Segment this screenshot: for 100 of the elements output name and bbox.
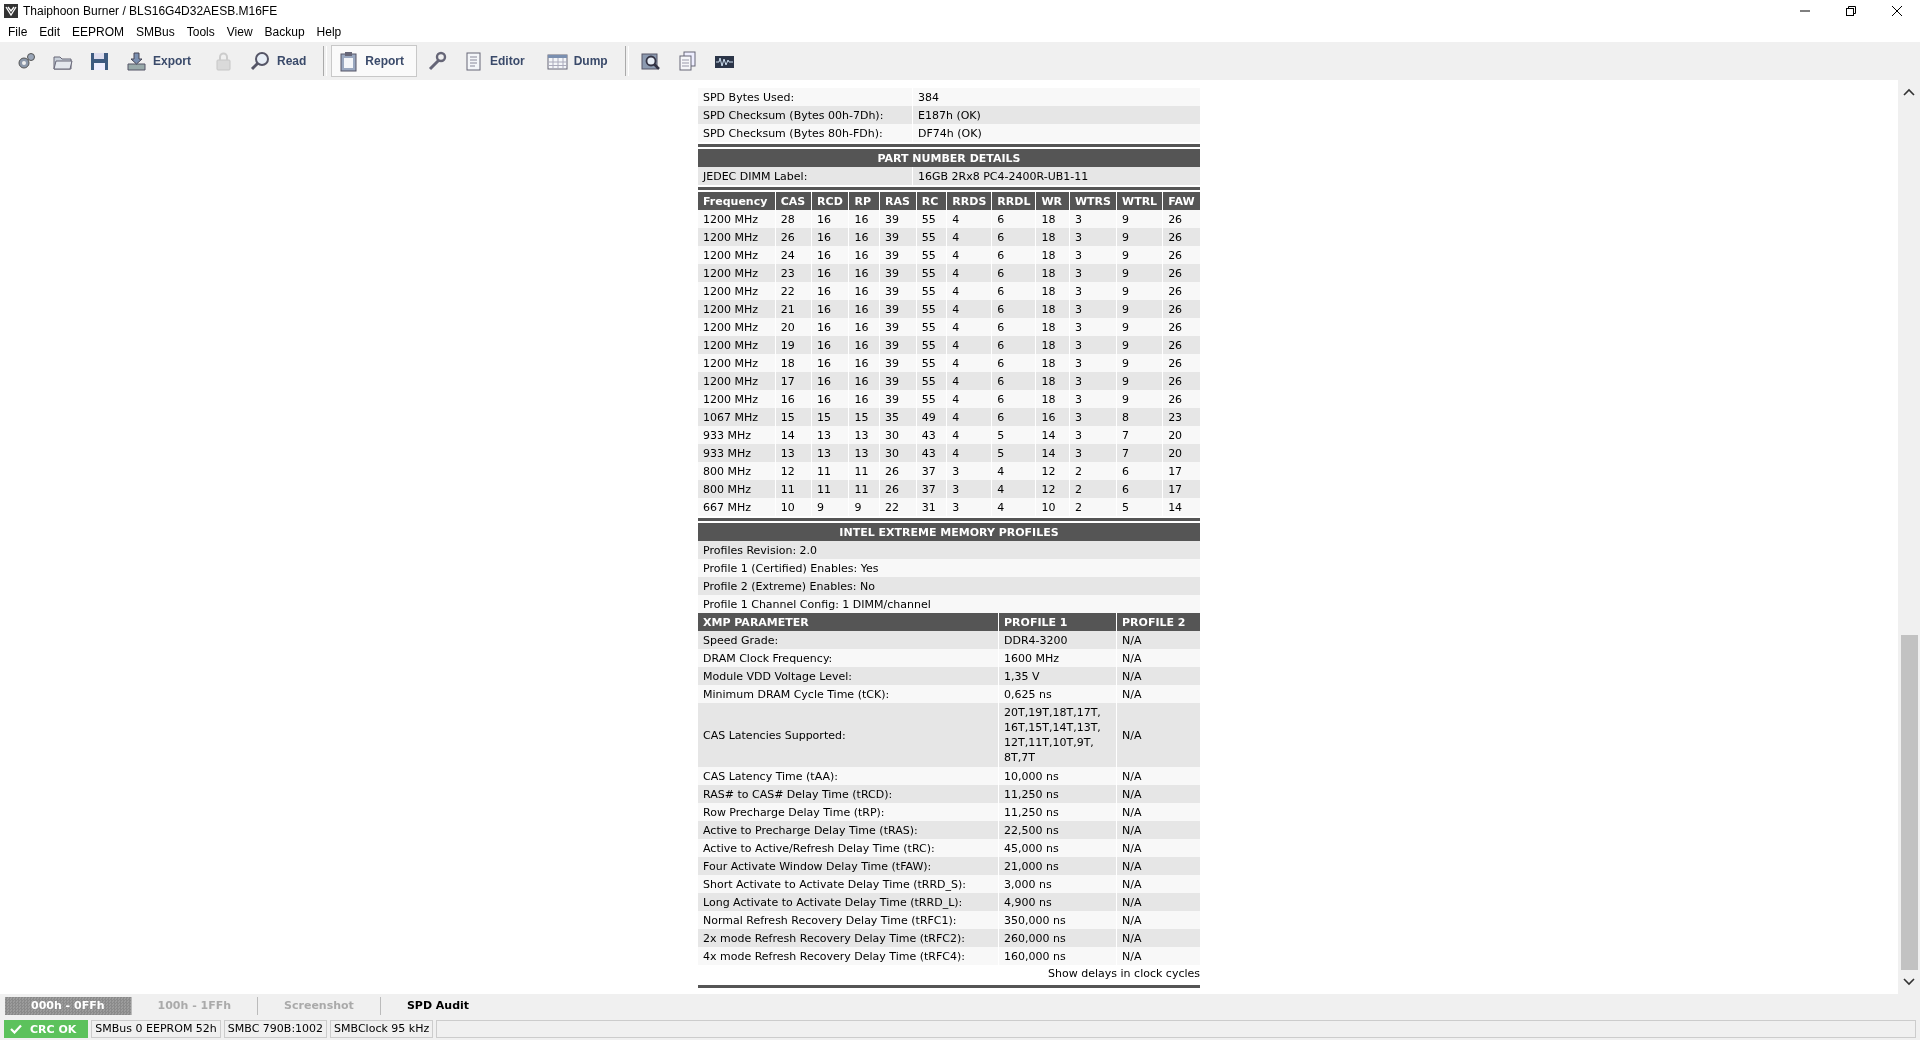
table-cell: 6 xyxy=(1116,480,1163,498)
table-cell: 55 xyxy=(916,354,947,372)
profile-value: N/A xyxy=(1116,667,1200,685)
table-cell: 26 xyxy=(1162,246,1200,264)
field-label: SPD Bytes Used: xyxy=(698,88,913,106)
table-cell: 20 xyxy=(1162,426,1200,444)
table-cell: 39 xyxy=(879,354,917,372)
table-cell: 16 xyxy=(811,228,849,246)
table-cell: 6 xyxy=(991,372,1036,390)
menu-item[interactable]: Help xyxy=(310,25,348,39)
table-cell: 20 xyxy=(1162,444,1200,462)
restore-icon[interactable] xyxy=(1846,6,1856,16)
clipboard-icon xyxy=(338,50,360,72)
app-logo-icon xyxy=(3,3,19,19)
table-cell: 26 xyxy=(775,228,812,246)
table-cell: 18 xyxy=(1035,300,1070,318)
menu-item[interactable]: SMBus xyxy=(130,25,181,39)
table-cell: 3 xyxy=(1069,408,1117,426)
table-cell: 13 xyxy=(848,426,880,444)
scrollbar-thumb[interactable] xyxy=(1900,635,1918,970)
column-header: PROFILE 1 xyxy=(998,613,1117,631)
table-cell: 43 xyxy=(916,444,947,462)
toolbar-button[interactable]: Dump xyxy=(539,45,621,77)
table-cell: 4 xyxy=(946,444,992,462)
table-cell: 31 xyxy=(916,498,947,516)
table-cell: 10 xyxy=(775,498,812,516)
field-value: DF74h (OK) xyxy=(912,124,1200,142)
table-cell: 16 xyxy=(811,300,849,318)
profile-value: N/A xyxy=(1116,631,1200,649)
table-cell: 26 xyxy=(1162,372,1200,390)
table-cell: 3 xyxy=(1069,228,1117,246)
table-cell: 26 xyxy=(1162,282,1200,300)
table-cell: 14 xyxy=(1035,444,1070,462)
profile-info: Profiles Revision: 2.0 xyxy=(698,541,1200,559)
table-cell: 26 xyxy=(1162,318,1200,336)
profile-info: Profile 2 (Extreme) Enables: No xyxy=(698,577,1200,595)
table-cell: 16 xyxy=(775,390,812,408)
toolbar-button[interactable]: Editor xyxy=(456,45,538,77)
table-cell: 4 xyxy=(946,408,992,426)
table-cell: 28 xyxy=(775,210,812,228)
menu-item[interactable]: View xyxy=(220,25,259,39)
toolbar-button[interactable]: Report xyxy=(331,45,418,77)
close-icon[interactable] xyxy=(1892,6,1902,16)
table-cell: 1200 MHz xyxy=(698,390,776,408)
table-cell: 49 xyxy=(916,408,947,426)
table-cell: 16 xyxy=(1035,408,1070,426)
parameter-name: Normal Refresh Recovery Delay Time (tRFC1): xyxy=(698,911,999,929)
menu-item[interactable]: Backup xyxy=(258,25,311,39)
table-cell: 3 xyxy=(1069,336,1117,354)
table-cell: 4 xyxy=(946,300,992,318)
table-cell: 13 xyxy=(848,444,880,462)
show-delays-link[interactable]: Show delays in clock cycles xyxy=(1048,965,1200,983)
column-header: XMP PARAMETER xyxy=(698,613,999,631)
table-cell: 15 xyxy=(775,408,812,426)
profile-value: N/A xyxy=(1116,911,1200,929)
table-cell: 11 xyxy=(848,462,880,480)
column-header: FAW xyxy=(1162,192,1200,210)
menu-item[interactable]: Tools xyxy=(180,25,221,39)
profile-value: N/A xyxy=(1116,839,1200,857)
table-cell: 4 xyxy=(946,210,992,228)
column-header: Frequency xyxy=(698,192,776,210)
tab[interactable]: SPD Audit xyxy=(380,997,496,1015)
menu-item[interactable]: Edit xyxy=(33,25,67,39)
table-cell: 1200 MHz xyxy=(698,246,776,264)
table-cell: 24 xyxy=(775,246,812,264)
table-cell: 22 xyxy=(879,498,917,516)
table-cell: 39 xyxy=(879,264,917,282)
table-cell: 35 xyxy=(879,408,917,426)
table-cell: 9 xyxy=(1116,300,1163,318)
table-cell: 15 xyxy=(848,408,880,426)
scroll-down-icon[interactable] xyxy=(1903,978,1915,986)
profile-value: 21,000 ns xyxy=(998,857,1117,875)
menu-item[interactable]: EEPROM xyxy=(66,25,131,39)
menu-item[interactable]: File xyxy=(2,25,34,39)
table-cell: 3 xyxy=(1069,264,1117,282)
table-cell: 3 xyxy=(1069,300,1117,318)
table-cell: 55 xyxy=(916,282,947,300)
window-title: Thaiphoon Burner / BLS16G4D32AESB.M16FE xyxy=(23,4,279,18)
scroll-up-icon[interactable] xyxy=(1903,88,1915,96)
table-cell: 16 xyxy=(848,390,880,408)
table-cell: 39 xyxy=(879,300,917,318)
table-cell: 16 xyxy=(811,282,849,300)
section-heading: INTEL EXTREME MEMORY PROFILES xyxy=(698,523,1200,541)
toolbar-button[interactable]: Read xyxy=(243,45,320,77)
table-cell: 4 xyxy=(991,498,1036,516)
table-cell: 55 xyxy=(916,300,947,318)
table-cell: 3 xyxy=(946,480,992,498)
table-cell: 55 xyxy=(916,246,947,264)
table-cell: 23 xyxy=(1162,408,1200,426)
table-cell: 26 xyxy=(879,462,917,480)
table-cell: 1200 MHz xyxy=(698,354,776,372)
table-cell: 23 xyxy=(775,264,812,282)
table-cell: 26 xyxy=(1162,354,1200,372)
table-cell: 9 xyxy=(848,498,880,516)
table-cell: 9 xyxy=(1116,246,1163,264)
table-cell: 17 xyxy=(1162,480,1200,498)
toolbar-button[interactable]: Export xyxy=(119,45,204,77)
table-cell: 16 xyxy=(811,210,849,228)
profile-value: DDR4-3200 xyxy=(998,631,1117,649)
table-cell: 3 xyxy=(1069,246,1117,264)
